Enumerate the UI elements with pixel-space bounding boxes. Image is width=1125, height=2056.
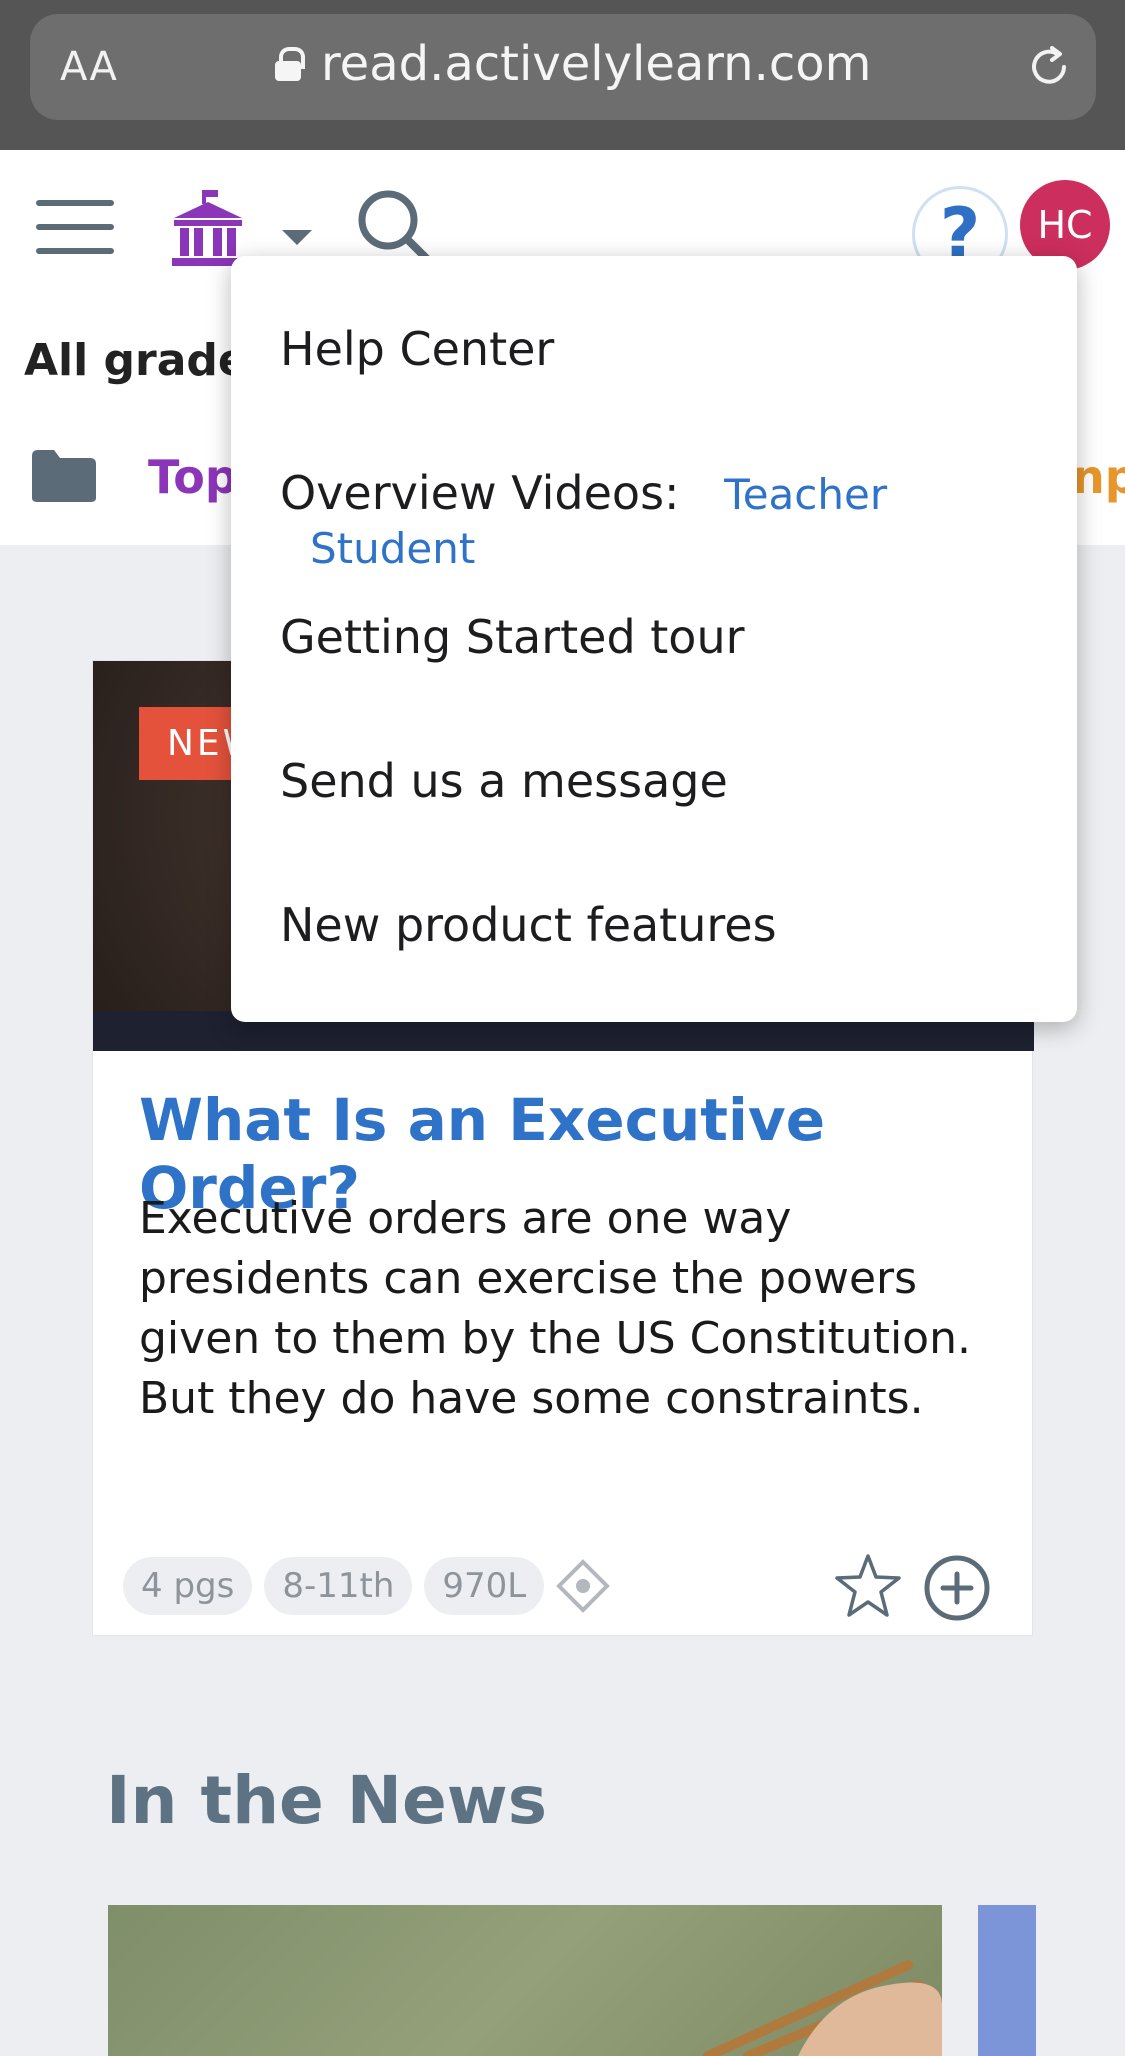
news-card-image-next[interactable]: [978, 1905, 1036, 2056]
overview-videos-label: Overview Videos:: [280, 466, 680, 520]
menu-item-send-message[interactable]: Send us a message: [280, 754, 728, 808]
lock-icon: [275, 47, 305, 81]
menu-item-getting-started[interactable]: Getting Started tour: [280, 610, 745, 664]
library-icon[interactable]: [168, 188, 248, 268]
card-description: Executive orders are one way presidents …: [139, 1193, 971, 1424]
text-size-button[interactable]: AA: [60, 44, 118, 90]
help-dropdown-menu: Help Center Overview Videos: Teacher Stu…: [231, 256, 1077, 1022]
clipped-tab[interactable]: np: [1072, 450, 1125, 504]
topics-tab[interactable]: Top: [148, 450, 238, 504]
section-title: In the News: [106, 1762, 548, 1839]
menu-item-help-center[interactable]: Help Center: [280, 322, 554, 376]
lexile-chip: 970L: [424, 1557, 545, 1615]
menu-item-overview-videos: Overview Videos: Teacher Student: [280, 466, 1077, 574]
reload-icon[interactable]: [1024, 42, 1074, 92]
hamburger-icon[interactable]: [36, 200, 114, 254]
chevron-down-icon[interactable]: [282, 230, 312, 245]
star-icon[interactable]: [833, 1551, 903, 1621]
grades-chip: 8-11th: [264, 1557, 413, 1615]
card-meta: 4 pgs 8-11th 970L: [123, 1557, 611, 1615]
news-card-image[interactable]: [108, 1905, 942, 2056]
student-video-link[interactable]: Student: [310, 524, 475, 573]
url-display[interactable]: read.activelylearn.com: [275, 36, 871, 92]
browser-toolbar: AA read.activelylearn.com: [0, 0, 1125, 150]
menu-item-new-features[interactable]: New product features: [280, 898, 777, 952]
address-bar[interactable]: AA read.activelylearn.com: [30, 14, 1096, 120]
plus-circle-icon[interactable]: [923, 1554, 991, 1622]
chopsticks-illustration: [703, 1960, 942, 2056]
teacher-video-link[interactable]: Teacher: [724, 470, 887, 519]
pages-chip: 4 pgs: [123, 1557, 253, 1615]
folder-icon[interactable]: [30, 448, 98, 504]
diamond-icon: [556, 1559, 611, 1613]
url-text: read.activelylearn.com: [321, 36, 872, 92]
